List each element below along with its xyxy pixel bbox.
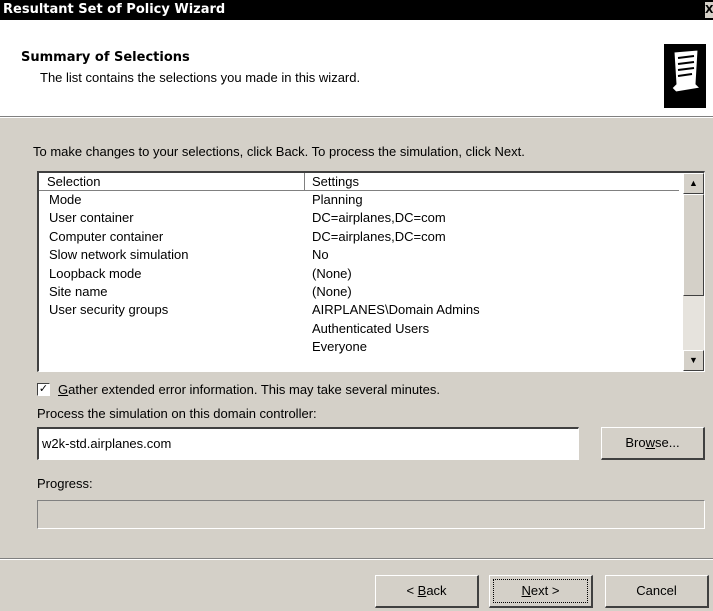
progress-bar [37,500,705,529]
domain-controller-label: Process the simulation on this domain co… [37,406,317,421]
settings-cell: Authenticated Users [312,320,430,336]
list-item[interactable]: Slow network simulation No [39,246,679,264]
selection-cell: User container [49,210,134,226]
selection-cell: User security groups [49,302,169,318]
back-button[interactable]: < Back [375,575,479,608]
scroll-document-icon [664,44,706,108]
gather-info-checkbox[interactable]: ✓ [37,383,50,396]
next-button[interactable]: Next > [489,575,593,608]
title-bar: Resultant Set of Policy Wizard X [0,0,713,20]
settings-cell: (None) [312,283,352,299]
selections-list[interactable]: Selection Settings Mode Planning User cont… [37,171,705,372]
list-item[interactable]: Authenticated Users [39,320,679,338]
page-title: Summary of Selections [21,50,190,65]
gather-info-label[interactable]: Gather extended error information. This … [58,382,440,397]
browse-button[interactable]: Browse... [601,427,705,460]
selection-cell: Slow network simulation [49,247,189,263]
list-item[interactable]: Site name (None) [39,283,679,301]
column-divider[interactable] [304,173,305,190]
settings-cell: AIRPLANES\Domain Admins [312,302,480,318]
list-header: Selection Settings [39,173,679,191]
settings-cell: DC=airplanes,DC=com [312,210,446,226]
selection-cell: Site name [49,283,108,299]
wizard-header: Summary of Selections The list contains … [0,20,713,117]
settings-cell: (None) [312,265,352,281]
page-subtitle: The list contains the selections you mad… [40,70,361,85]
column-header-selection[interactable]: Selection [47,173,100,190]
scroll-up-button[interactable]: ▲ [683,173,704,194]
settings-cell: No [312,247,329,263]
header-divider [0,117,713,118]
footer-divider-highlight [0,559,713,560]
scroll-down-button[interactable]: ▼ [683,350,704,371]
list-item[interactable]: User security groups AIRPLANES\Domain Adm… [39,301,679,319]
cancel-button[interactable]: Cancel [605,575,709,608]
selection-cell: Mode [49,192,82,207]
close-button[interactable]: X [705,2,713,18]
list-item[interactable]: User container DC=airplanes,DC=com [39,209,679,227]
settings-cell: DC=airplanes,DC=com [312,228,446,244]
instructions-text: To make changes to your selections, clic… [33,144,525,159]
settings-cell: Planning [312,192,363,207]
list-rows: Mode Planning User container DC=airplanes,D… [39,191,679,357]
column-header-settings[interactable]: Settings [312,173,359,190]
progress-label: Progress: [37,476,93,491]
list-item[interactable]: Computer container DC=airplanes,DC=com [39,228,679,246]
scroll-thumb[interactable] [683,194,704,296]
list-item[interactable]: Mode Planning [39,191,679,209]
selection-cell: Loopback mode [49,265,142,281]
vertical-scrollbar[interactable]: ▲ ▼ [683,173,704,371]
settings-cell: Everyone [312,339,367,355]
list-item[interactable]: Loopback mode (None) [39,265,679,283]
selection-cell: Computer container [49,228,164,244]
window-title: Resultant Set of Policy Wizard [3,2,226,17]
domain-controller-input[interactable]: w2k-std.airplanes.com [37,427,579,460]
list-item[interactable]: Everyone [39,338,679,356]
